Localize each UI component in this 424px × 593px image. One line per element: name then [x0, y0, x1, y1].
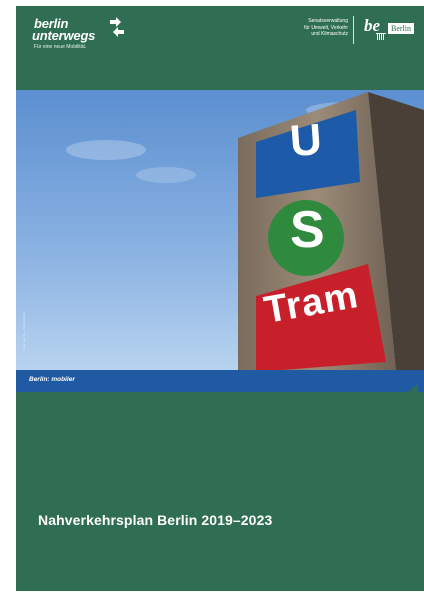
sign-text-u: U: [288, 114, 324, 167]
slogan-text: Berlin: mobiler: [29, 376, 75, 383]
document-title: Nahverkehrsplan Berlin 2019–2023: [38, 512, 273, 528]
berlin-unterwegs-logo: berlin unterwegs Für eine neue Mobilität…: [32, 17, 124, 50]
slogan-band: Berlin: mobiler: [16, 370, 424, 392]
senate-department-label: Senatsverwaltung für Umwelt, Verkehr und…: [248, 18, 348, 38]
senate-line-3: und Klimaschutz: [311, 31, 348, 37]
svg-text:Foto: Agentur • Bildnachweis: Foto: Agentur • Bildnachweis: [22, 311, 26, 350]
mobility-arrows-icon: [110, 17, 124, 37]
berlin-bear-icon: [376, 33, 386, 40]
header-divider: [353, 16, 354, 44]
sign-text-s: S: [290, 201, 325, 259]
band-corner-notch: [408, 384, 418, 392]
berlin-label-box: Berlin: [388, 23, 414, 34]
logo-tagline: Für eine neue Mobilität.: [34, 44, 87, 50]
logo-line-unterwegs: unterwegs: [32, 28, 96, 43]
report-cover: berlin unterwegs Für eine neue Mobilität…: [16, 6, 424, 591]
cover-photo-transit-sign: Foto: Agentur • Bildnachweis: [16, 90, 424, 372]
